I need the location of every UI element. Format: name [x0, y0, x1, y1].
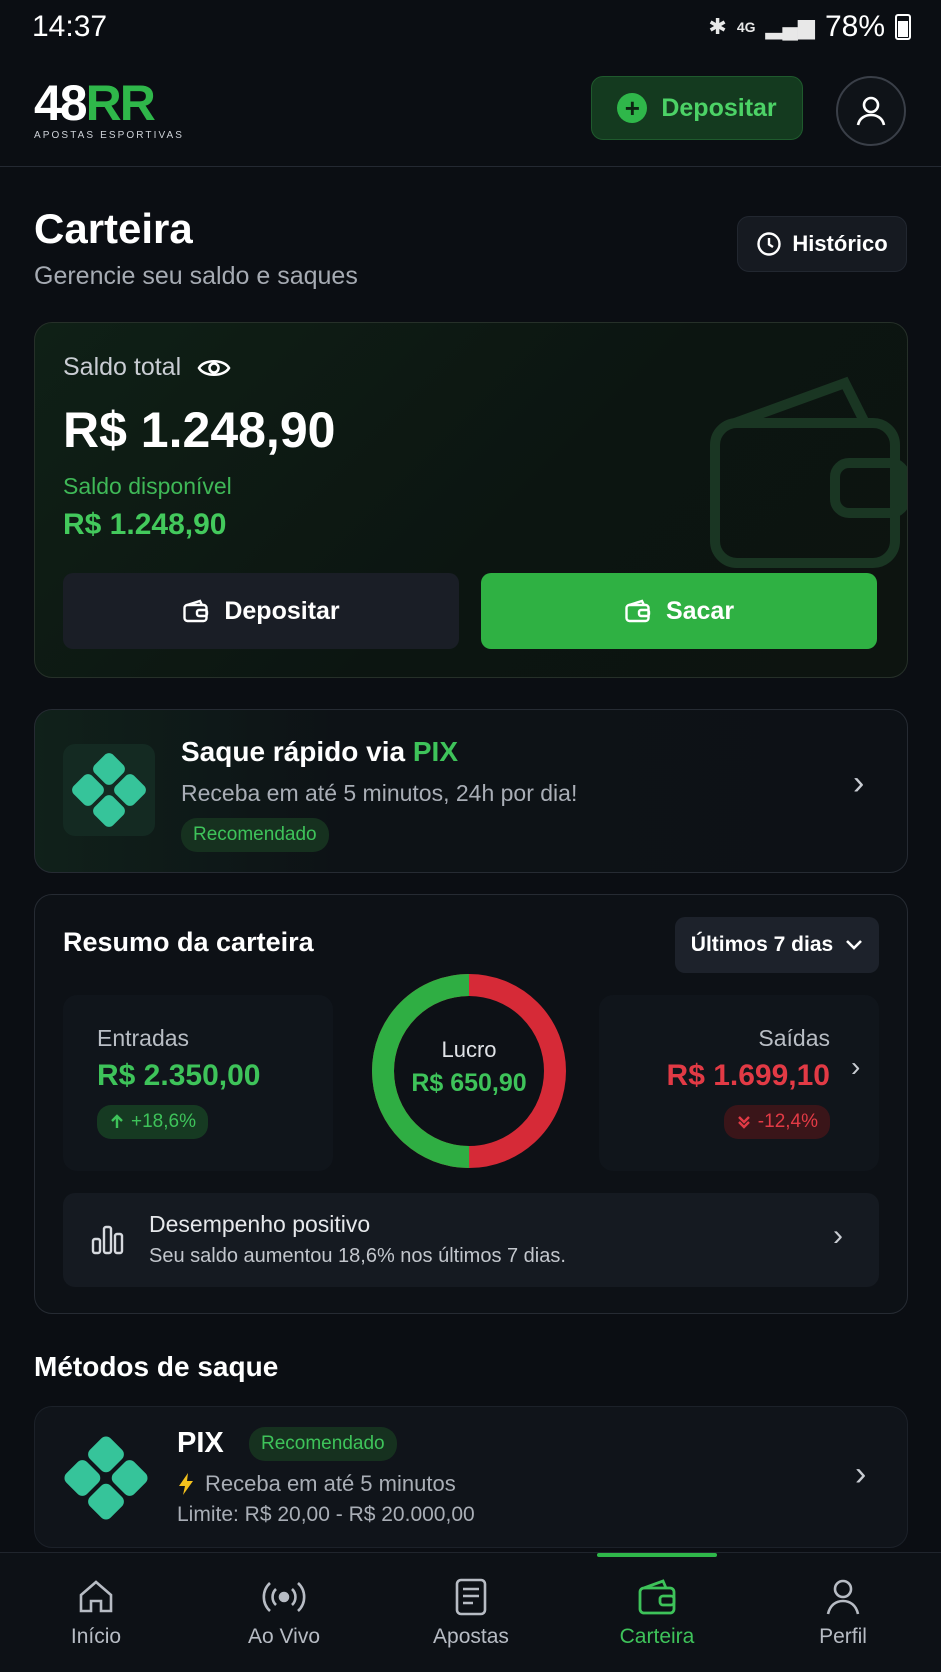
- withdraw-label: Sacar: [665, 596, 735, 625]
- bluetooth-icon: ✱: [708, 14, 727, 39]
- plus-icon: +: [617, 93, 648, 123]
- exits-change-badge: -12,4%: [723, 1105, 830, 1139]
- method-limit: Limite: R$ 20,00 - R$ 20.000,00: [177, 1503, 475, 1526]
- deposit-button[interactable]: Depositar: [63, 573, 459, 649]
- nav-item-perfil[interactable]: Perfil: [749, 1553, 937, 1672]
- eye-icon[interactable]: [197, 356, 231, 380]
- pix-quick-withdraw-card[interactable]: Saque rápido via PIX Receba em até 5 min…: [34, 709, 908, 873]
- bottom-navigation: Início Ao Vivo Apostas Carteira Perfil: [0, 1552, 941, 1672]
- logo-text: 48RR: [34, 75, 156, 131]
- page-subtitle: Gerencie seu saldo e saques: [34, 262, 358, 290]
- method-speed: Receba em até 5 minutos: [177, 1471, 456, 1497]
- battery-percent: 78%: [824, 10, 885, 43]
- nav-label: Ao Vivo: [248, 1625, 320, 1648]
- chevron-down-icon: [846, 940, 863, 950]
- header-deposit-button[interactable]: + Depositar: [591, 76, 803, 140]
- network-4g-icon: 4G: [736, 19, 756, 35]
- pix-logo: [63, 744, 155, 836]
- live-icon: [262, 1582, 306, 1612]
- available-balance-value: R$ 1.248,90: [63, 508, 227, 541]
- header-deposit-label: Depositar: [661, 93, 777, 122]
- battery-icon: [895, 14, 911, 40]
- entries-change-badge: +18,6%: [97, 1105, 208, 1139]
- home-icon: [79, 1580, 113, 1613]
- available-balance-label: Saldo disponível: [63, 473, 232, 499]
- brand-logo[interactable]: 48RR APOSTAS ESPORTIVAS: [34, 78, 184, 141]
- chevron-right-icon: ›: [855, 1455, 867, 1493]
- nav-item-apostas[interactable]: Apostas: [377, 1553, 565, 1672]
- nav-item-ao-vivo[interactable]: Ao Vivo: [190, 1553, 378, 1672]
- pix-quick-subtitle: Receba em até 5 minutos, 24h por dia!: [181, 780, 578, 806]
- method-name: PIX: [177, 1427, 224, 1459]
- chevron-right-icon: ›: [833, 1219, 843, 1252]
- wallet-icon: [638, 1579, 676, 1615]
- performance-row[interactable]: Desempenho positivo Seu saldo aumentou 1…: [63, 1193, 879, 1287]
- entries-value: R$ 2.350,00: [97, 1059, 261, 1092]
- history-label: Histórico: [792, 231, 888, 256]
- wallet-watermark-icon: [710, 376, 907, 568]
- status-icons: ✱ 4G ▂▄▆ 78%: [708, 10, 911, 44]
- pix-icon: [64, 1436, 148, 1520]
- profile-avatar-button[interactable]: [836, 76, 906, 146]
- performance-subtitle: Seu saldo aumentou 18,6% nos últimos 7 d…: [149, 1245, 566, 1267]
- exits-label: Saídas: [758, 1025, 830, 1051]
- total-balance-value: R$ 1.248,90: [63, 402, 336, 458]
- entries-label: Entradas: [97, 1025, 190, 1051]
- wallet-summary-card: Resumo da carteira Últimos 7 dias Entrad…: [34, 894, 908, 1314]
- methods-title: Métodos de saque: [34, 1351, 279, 1382]
- recommended-badge: Recomendado: [181, 818, 329, 852]
- signal-icon: ▂▄▆: [765, 14, 815, 39]
- nav-label: Carteira: [619, 1625, 695, 1648]
- chevron-right-icon: ›: [851, 1051, 861, 1082]
- balance-card: Saldo total R$ 1.248,90 Saldo disponível…: [34, 322, 908, 678]
- withdraw-button[interactable]: Sacar: [481, 573, 877, 649]
- lightning-icon: [179, 1473, 193, 1495]
- nav-label: Apostas: [433, 1625, 509, 1648]
- profit-label: Lucro: [441, 1037, 497, 1062]
- status-time: 14:37: [32, 10, 108, 43]
- history-button[interactable]: Histórico: [737, 216, 907, 272]
- nav-item-carteira[interactable]: Carteira: [563, 1553, 751, 1672]
- deposit-label: Depositar: [224, 596, 340, 625]
- period-label: Últimos 7 dias: [690, 933, 834, 956]
- double-chevron-down-icon: [737, 1116, 750, 1129]
- summary-title: Resumo da carteira: [63, 927, 314, 957]
- total-balance-label: Saldo total: [63, 353, 231, 382]
- logo-tagline: APOSTAS ESPORTIVAS: [34, 130, 185, 141]
- nav-label: Perfil: [819, 1625, 867, 1648]
- user-icon: [856, 96, 886, 126]
- wallet-icon: [183, 599, 209, 623]
- bets-icon: [455, 1578, 487, 1616]
- status-bar: 14:37 ✱ 4G ▂▄▆ 78%: [0, 0, 941, 56]
- arrow-up-icon: [111, 1114, 123, 1128]
- page-title: Carteira: [34, 205, 193, 252]
- clock-icon: [757, 232, 782, 256]
- wallet-icon: [625, 599, 651, 623]
- recommended-badge: Recomendado: [249, 1427, 397, 1461]
- nav-item-inicio[interactable]: Início: [2, 1553, 190, 1672]
- period-dropdown[interactable]: Últimos 7 dias: [675, 917, 879, 973]
- pix-quick-title: Saque rápido via PIX: [181, 736, 458, 767]
- profit-value: R$ 650,90: [411, 1069, 527, 1097]
- app-header: 48RR APOSTAS ESPORTIVAS + Depositar: [0, 56, 941, 167]
- pix-icon: [72, 753, 146, 827]
- performance-title: Desempenho positivo: [149, 1211, 371, 1237]
- exits-value: R$ 1.699,10: [666, 1059, 830, 1092]
- method-item-pix[interactable]: PIX Recomendado Receba em até 5 minutos …: [34, 1406, 908, 1548]
- nav-label: Início: [70, 1625, 122, 1648]
- profile-icon: [826, 1579, 860, 1615]
- chevron-right-icon: ›: [853, 764, 865, 802]
- bar-chart-icon: [91, 1225, 124, 1255]
